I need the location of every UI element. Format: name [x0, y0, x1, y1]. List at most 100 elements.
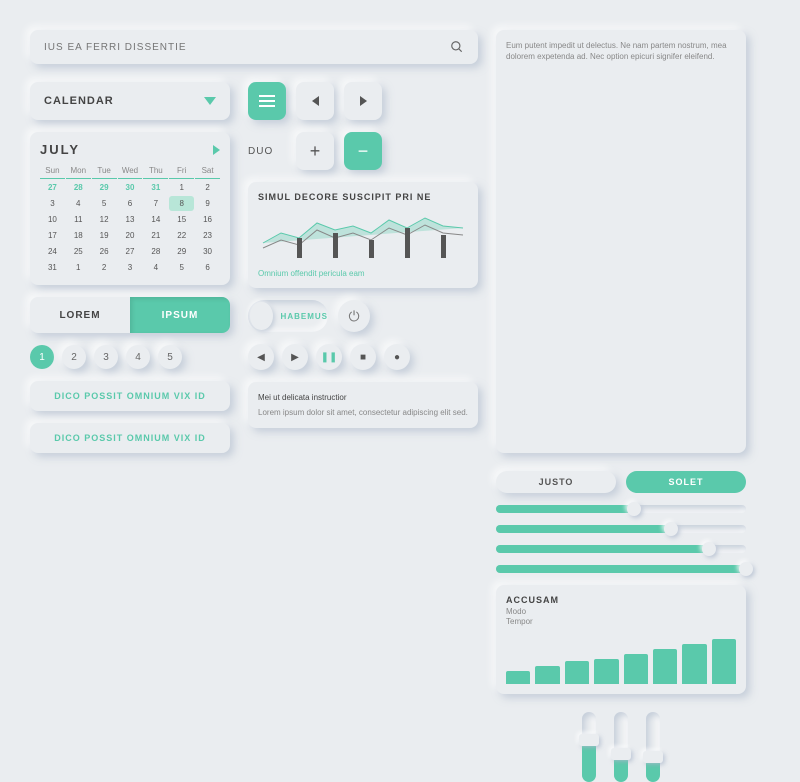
next-month-icon[interactable] [213, 145, 220, 155]
calendar-day[interactable]: 1 [169, 180, 194, 195]
bar-chart-title: ACCUSAM [506, 595, 736, 605]
bar-chart-card: ACCUSAM ModoTempor [496, 585, 746, 694]
segment-ipsum[interactable]: IPSUM [130, 297, 230, 333]
calendar-day[interactable]: 4 [143, 260, 168, 275]
instruction-body: Lorem ipsum dolor sit amet, consectetur … [258, 407, 468, 418]
action-button-2[interactable]: DICO POSSIT OMNIUM VIX ID [30, 423, 230, 453]
calendar-day[interactable]: 25 [66, 244, 91, 259]
slider-3[interactable] [496, 565, 746, 573]
action-button-1[interactable]: DICO POSSIT OMNIUM VIX ID [30, 381, 230, 411]
calendar-day[interactable]: 19 [92, 228, 117, 243]
search-input[interactable] [44, 42, 450, 53]
calendar-day[interactable]: 24 [40, 244, 65, 259]
calendar-day[interactable]: 29 [169, 244, 194, 259]
chevron-down-icon [204, 97, 216, 105]
calendar-day[interactable]: 2 [92, 260, 117, 275]
calendar-day[interactable]: 22 [169, 228, 194, 243]
calendar-day[interactable]: 20 [118, 228, 143, 243]
segment-lorem[interactable]: LOREM [30, 297, 130, 333]
next-button[interactable] [344, 82, 382, 120]
calendar-day[interactable]: 17 [40, 228, 65, 243]
calendar-day[interactable]: 15 [169, 212, 194, 227]
media-record[interactable]: ● [384, 344, 410, 370]
calendar-day[interactable]: 6 [118, 196, 143, 211]
calendar-day[interactable]: 27 [40, 180, 65, 195]
info-text-block: Eum putent impedit ut delectus. Ne nam p… [496, 30, 746, 453]
calendar-day[interactable]: 27 [118, 244, 143, 259]
calendar-day[interactable]: 30 [118, 180, 143, 195]
toggle-label: HABEMUS [281, 312, 328, 321]
triangle-right-icon [360, 96, 367, 106]
calendar-day[interactable]: 4 [66, 196, 91, 211]
chart-subtitle: Omnium offendit pericula eam [258, 269, 468, 278]
hamburger-icon [259, 95, 275, 107]
search-bar[interactable] [30, 30, 478, 64]
calendar-day[interactable]: 10 [40, 212, 65, 227]
bar [624, 654, 648, 684]
calendar-day[interactable]: 14 [143, 212, 168, 227]
calendar-day[interactable]: 21 [143, 228, 168, 243]
bar [565, 661, 589, 684]
segment-control[interactable]: LOREM IPSUM [30, 297, 230, 333]
page-3[interactable]: 3 [94, 345, 118, 369]
calendar-day[interactable]: 29 [92, 180, 117, 195]
calendar-day[interactable]: 9 [195, 196, 220, 211]
vslider-1[interactable] [614, 712, 628, 782]
calendar-day[interactable]: 28 [143, 244, 168, 259]
calendar-dropdown[interactable]: CALENDAR [30, 82, 230, 120]
day-header: Fri [169, 163, 194, 179]
calendar-day[interactable]: 31 [40, 260, 65, 275]
toggle-switch[interactable]: HABEMUS [248, 300, 328, 332]
slider-2[interactable] [496, 545, 746, 553]
calendar-day[interactable]: 18 [66, 228, 91, 243]
calendar-day[interactable]: 16 [195, 212, 220, 227]
pill-justo[interactable]: JUSTO [496, 471, 616, 493]
calendar-day[interactable]: 28 [66, 180, 91, 195]
page-4[interactable]: 4 [126, 345, 150, 369]
calendar-day[interactable]: 6 [195, 260, 220, 275]
chart-title: SIMUL DECORE SUSCIPIT PRI NE [258, 192, 468, 202]
calendar-day[interactable]: 12 [92, 212, 117, 227]
vslider-2[interactable] [646, 712, 660, 782]
calendar-day[interactable]: 23 [195, 228, 220, 243]
media-controls: ◀ ▶ ❚❚ ■ ● [248, 344, 478, 370]
prev-button[interactable] [296, 82, 334, 120]
bar [506, 671, 530, 684]
media-stop[interactable]: ■ [350, 344, 376, 370]
calendar-day[interactable]: 1 [66, 260, 91, 275]
vslider-0[interactable] [582, 712, 596, 782]
slider-0[interactable] [496, 505, 746, 513]
calendar-widget[interactable]: JULY SunMonTueWedThuFriSat27282930311234… [30, 132, 230, 285]
vertical-sliders [496, 706, 746, 782]
media-prev[interactable]: ◀ [248, 344, 274, 370]
calendar-day[interactable]: 26 [92, 244, 117, 259]
calendar-day[interactable]: 5 [92, 196, 117, 211]
instruction-title: Mei ut delicata instructior [258, 392, 468, 403]
calendar-day[interactable]: 3 [40, 196, 65, 211]
calendar-day[interactable]: 13 [118, 212, 143, 227]
calendar-day[interactable]: 5 [169, 260, 194, 275]
plus-button[interactable] [296, 132, 334, 170]
bar [653, 649, 677, 684]
calendar-day[interactable]: 2 [195, 180, 220, 195]
calendar-day[interactable]: 11 [66, 212, 91, 227]
calendar-day[interactable]: 31 [143, 180, 168, 195]
power-button[interactable]: ⏻ [338, 300, 370, 332]
bar [712, 639, 736, 684]
calendar-day[interactable]: 8 [169, 196, 194, 211]
media-pause[interactable]: ❚❚ [316, 344, 342, 370]
slider-1[interactable] [496, 525, 746, 533]
minus-button[interactable]: − [344, 132, 382, 170]
pill-solet[interactable]: SOLET [626, 471, 746, 493]
day-header: Wed [118, 163, 143, 179]
calendar-day[interactable]: 7 [143, 196, 168, 211]
page-5[interactable]: 5 [158, 345, 182, 369]
media-play[interactable]: ▶ [282, 344, 308, 370]
hamburger-button[interactable] [248, 82, 286, 120]
duo-label: DUO [248, 132, 286, 170]
triangle-left-icon [312, 96, 319, 106]
page-2[interactable]: 2 [62, 345, 86, 369]
calendar-day[interactable]: 30 [195, 244, 220, 259]
page-1[interactable]: 1 [30, 345, 54, 369]
calendar-day[interactable]: 3 [118, 260, 143, 275]
